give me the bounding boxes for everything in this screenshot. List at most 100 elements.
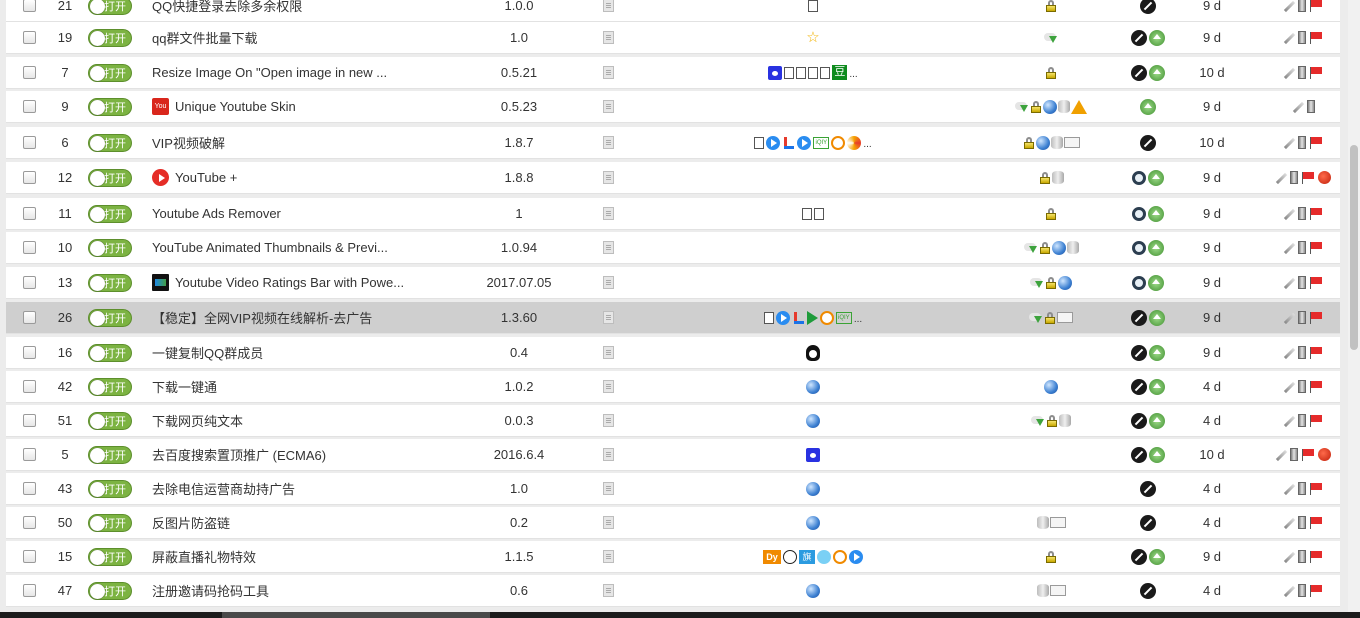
enable-toggle[interactable]: 打开 (88, 97, 132, 116)
flag-icon[interactable] (1309, 380, 1323, 393)
horizontal-scrollbar-thumb[interactable] (222, 612, 490, 618)
edit-icon[interactable] (1283, 242, 1295, 254)
ring-icon[interactable] (1132, 240, 1146, 255)
flag-icon[interactable] (1309, 346, 1323, 359)
script-row[interactable]: 50 打开 反图片防盗链 0.2 4 d (6, 507, 1340, 539)
script-name-link[interactable]: YouTube Animated Thumbnails & Previ... (152, 240, 388, 255)
row-checkbox[interactable] (22, 276, 36, 289)
info-icon[interactable] (602, 482, 614, 495)
script-row[interactable]: 19 打开 qq群文件批量下载 1.0 ☆ 9 d (6, 22, 1340, 54)
home-icon[interactable] (1148, 169, 1164, 186)
script-row[interactable]: 7 打开 Resize Image On "Open image in new … (6, 57, 1340, 89)
bug-icon[interactable] (1131, 309, 1147, 326)
script-name-link[interactable]: 屏蔽直播礼物特效 (152, 547, 256, 566)
flag-icon[interactable] (1309, 584, 1323, 597)
home-icon[interactable] (1148, 239, 1164, 256)
trash-icon[interactable] (1306, 100, 1315, 113)
enable-toggle[interactable]: 打开 (88, 308, 132, 327)
row-checkbox[interactable] (22, 516, 36, 529)
row-checkbox[interactable] (22, 414, 36, 427)
info-icon[interactable] (602, 448, 614, 461)
edit-icon[interactable] (1292, 101, 1304, 113)
enable-toggle[interactable]: 打开 (88, 343, 132, 362)
row-checkbox[interactable] (22, 448, 36, 461)
enable-toggle[interactable]: 打开 (88, 513, 132, 532)
row-checkbox[interactable] (22, 482, 36, 495)
flag-icon[interactable] (1309, 311, 1323, 324)
bug-icon[interactable] (1131, 29, 1147, 46)
trash-icon[interactable] (1298, 584, 1306, 597)
script-name-link[interactable]: 去百度搜索置顶推广 (ECMA6) (152, 445, 326, 464)
flag-icon[interactable] (1309, 207, 1323, 220)
row-checkbox[interactable] (22, 31, 36, 44)
home-icon[interactable] (1148, 274, 1164, 291)
bug-icon[interactable] (1140, 582, 1156, 599)
flag-icon[interactable] (1309, 136, 1323, 149)
row-checkbox[interactable] (22, 66, 36, 79)
script-name-link[interactable]: Youtube Ads Remover (152, 206, 281, 221)
ladybug-icon[interactable] (1318, 448, 1331, 461)
home-icon[interactable] (1148, 205, 1164, 222)
trash-icon[interactable] (1298, 31, 1306, 44)
flag-icon[interactable] (1301, 448, 1315, 461)
enable-toggle[interactable]: 打开 (88, 411, 132, 430)
home-icon[interactable] (1140, 98, 1156, 115)
row-checkbox[interactable] (22, 346, 36, 359)
enable-toggle[interactable]: 打开 (88, 28, 132, 47)
enable-toggle[interactable]: 打开 (88, 581, 132, 600)
script-name-link[interactable]: YouTube + (175, 170, 237, 185)
enable-toggle[interactable]: 打开 (88, 479, 132, 498)
bug-icon[interactable] (1131, 64, 1147, 81)
info-icon[interactable] (602, 346, 614, 359)
home-icon[interactable] (1149, 548, 1165, 565)
flag-icon[interactable] (1309, 414, 1323, 427)
script-row[interactable]: 43 打开 去除电信运营商劫持广告 1.0 4 d (6, 473, 1340, 505)
trash-icon[interactable] (1298, 0, 1306, 12)
enable-toggle[interactable]: 打开 (88, 204, 132, 223)
script-row[interactable]: 5 打开 去百度搜索置顶推广 (ECMA6) 2016.6.4 10 d (6, 439, 1340, 471)
home-icon[interactable] (1149, 412, 1165, 429)
row-checkbox[interactable] (22, 0, 36, 12)
bug-icon[interactable] (1140, 0, 1156, 14)
edit-icon[interactable] (1283, 517, 1295, 529)
flag-icon[interactable] (1309, 0, 1323, 12)
bug-icon[interactable] (1140, 134, 1156, 151)
trash-icon[interactable] (1298, 241, 1306, 254)
flag-icon[interactable] (1309, 516, 1323, 529)
script-row[interactable]: 51 打开 下载网页纯文本 0.0.3 4 d (6, 405, 1340, 437)
bug-icon[interactable] (1131, 378, 1147, 395)
script-row[interactable]: 10 打开 YouTube Animated Thumbnails & Prev… (6, 232, 1340, 264)
ladybug-icon[interactable] (1318, 171, 1331, 184)
edit-icon[interactable] (1283, 67, 1295, 79)
row-checkbox[interactable] (22, 550, 36, 563)
info-icon[interactable] (602, 0, 614, 12)
trash-icon[interactable] (1298, 207, 1306, 220)
info-icon[interactable] (602, 311, 614, 324)
ring-icon[interactable] (1132, 275, 1146, 290)
info-icon[interactable] (602, 171, 614, 184)
flag-icon[interactable] (1309, 482, 1323, 495)
enable-toggle[interactable]: 打开 (88, 273, 132, 292)
flag-icon[interactable] (1301, 171, 1315, 184)
edit-icon[interactable] (1283, 381, 1295, 393)
bug-icon[interactable] (1131, 548, 1147, 565)
script-name-link[interactable]: 下载一键通 (152, 377, 217, 396)
script-name-link[interactable]: 下载网页纯文本 (152, 411, 243, 430)
home-icon[interactable] (1149, 309, 1165, 326)
trash-icon[interactable] (1298, 380, 1306, 393)
enable-toggle[interactable]: 打开 (88, 377, 132, 396)
info-icon[interactable] (602, 276, 614, 289)
row-checkbox[interactable] (22, 311, 36, 324)
info-icon[interactable] (602, 584, 614, 597)
script-name-link[interactable]: Youtube Video Ratings Bar with Powe... (175, 275, 404, 290)
edit-icon[interactable] (1283, 483, 1295, 495)
bug-icon[interactable] (1131, 344, 1147, 361)
enable-toggle[interactable]: 打开 (88, 238, 132, 257)
home-icon[interactable] (1149, 446, 1165, 463)
script-name-link[interactable]: QQ快捷登录去除多余权限 (152, 0, 302, 15)
trash-icon[interactable] (1298, 346, 1306, 359)
script-name-link[interactable]: 反图片防盗链 (152, 513, 230, 532)
edit-icon[interactable] (1283, 137, 1295, 149)
info-icon[interactable] (602, 414, 614, 427)
enable-toggle[interactable]: 打开 (88, 63, 132, 82)
